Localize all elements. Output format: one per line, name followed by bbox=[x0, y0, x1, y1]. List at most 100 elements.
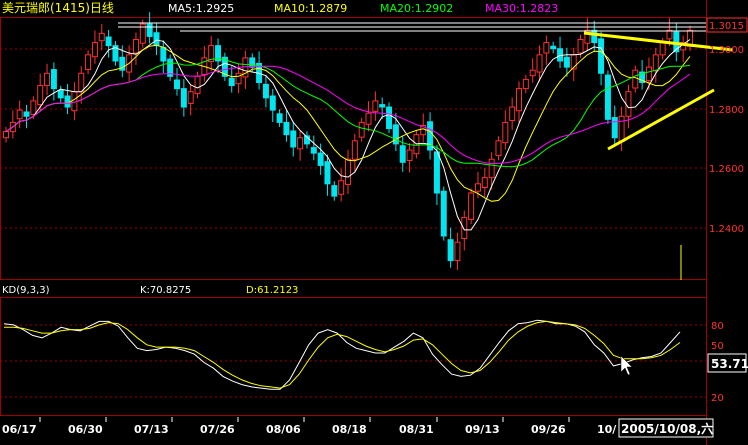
candle-body bbox=[372, 100, 379, 112]
candle-body bbox=[317, 152, 324, 166]
cursor-date: 2005/10/08,六 bbox=[621, 421, 713, 436]
candle-body bbox=[324, 161, 331, 185]
kd-grid bbox=[0, 324, 706, 398]
x-axis-ticks bbox=[39, 417, 570, 422]
candle-body bbox=[591, 29, 598, 44]
x-tick: 06/30 bbox=[68, 423, 103, 436]
candle-body bbox=[44, 72, 51, 87]
candle-body bbox=[488, 158, 495, 179]
ma5-line bbox=[5, 39, 691, 231]
candle-body bbox=[550, 45, 557, 50]
candle-body bbox=[495, 140, 502, 157]
x-tick: 08/18 bbox=[332, 423, 367, 436]
candle-body bbox=[358, 121, 365, 138]
kd-tick-20: 20 bbox=[711, 393, 724, 404]
candle-body bbox=[153, 32, 160, 47]
candle-body bbox=[283, 121, 290, 136]
candle-body bbox=[392, 124, 399, 145]
candle-body bbox=[105, 36, 112, 47]
candlestick-series bbox=[3, 12, 693, 271]
candle-body bbox=[454, 241, 461, 262]
candle-body bbox=[529, 69, 536, 77]
candle-body bbox=[577, 38, 584, 54]
ma10-label: MA10:1.2879 bbox=[274, 2, 347, 15]
candle-body bbox=[331, 185, 338, 197]
d-line bbox=[4, 320, 681, 389]
candle-body bbox=[598, 38, 605, 74]
price-grid bbox=[0, 48, 706, 229]
x-tick: 09/13 bbox=[465, 423, 500, 436]
ma5-label: MA5:1.2925 bbox=[168, 2, 234, 15]
x-tick: 06/17 bbox=[2, 423, 37, 436]
candle-body bbox=[563, 56, 570, 68]
chart-canvas: 美元瑞郎(1415)日线 MA5:1.2925 MA10:1.2879 MA20… bbox=[0, 0, 748, 445]
candle-body bbox=[345, 158, 351, 185]
candle-body bbox=[632, 69, 639, 89]
candle-body bbox=[23, 111, 30, 117]
candle-body bbox=[481, 177, 488, 188]
candle-body bbox=[338, 180, 345, 195]
candle-body bbox=[433, 151, 440, 194]
candle-body bbox=[447, 239, 454, 262]
candle-body bbox=[659, 42, 666, 56]
candle-body bbox=[85, 54, 92, 71]
candle-body bbox=[297, 137, 304, 150]
candle-body bbox=[406, 149, 413, 161]
price-tick-1.3000: 1.3000 bbox=[709, 45, 744, 56]
candle-body bbox=[174, 79, 180, 90]
k-line bbox=[3, 319, 681, 390]
candle-body bbox=[98, 32, 105, 42]
x-tick: 08/31 bbox=[399, 423, 434, 436]
kd-d-value: D:61.2123 bbox=[246, 285, 298, 296]
candle-body bbox=[666, 29, 673, 40]
chart-title: 美元瑞郎(1415)日线 bbox=[2, 1, 114, 15]
candle-body bbox=[461, 217, 468, 239]
price-tick-1.2800: 1.2800 bbox=[709, 105, 744, 116]
candle-body bbox=[228, 77, 235, 87]
candle-body bbox=[78, 72, 85, 93]
candle-body bbox=[57, 89, 64, 99]
candle-body bbox=[399, 145, 406, 163]
resistance-lines bbox=[118, 22, 706, 32]
candle-body bbox=[440, 190, 447, 237]
kd-tick-50: 50 bbox=[711, 341, 724, 352]
candle-body bbox=[290, 130, 297, 148]
candle-body bbox=[180, 88, 187, 108]
kd-k-value: K:70.8275 bbox=[140, 285, 191, 296]
kd-lines bbox=[3, 319, 681, 390]
candle-body bbox=[351, 140, 358, 160]
x-tick: 08/06 bbox=[266, 423, 301, 436]
ma20-label: MA20:1.2902 bbox=[380, 2, 453, 15]
candle-body bbox=[474, 183, 481, 192]
candle-body bbox=[536, 54, 543, 73]
ma30-line bbox=[5, 65, 691, 165]
candle-body bbox=[64, 95, 71, 108]
x-tick: 07/26 bbox=[200, 423, 235, 436]
x-axis: 06/17 06/30 07/13 07/26 08/06 08/18 08/3… bbox=[2, 423, 617, 436]
candle-body bbox=[3, 131, 9, 139]
current-price-label: 1.3015 bbox=[709, 21, 744, 32]
candle-body bbox=[262, 83, 269, 99]
candle-body bbox=[37, 85, 44, 106]
candle-body bbox=[132, 38, 139, 54]
candle-body bbox=[509, 106, 516, 122]
price-tick-1.2600: 1.2600 bbox=[709, 164, 744, 175]
candle-body bbox=[91, 42, 98, 58]
ma30-label: MA30:1.2823 bbox=[485, 2, 558, 15]
candle-body bbox=[652, 54, 659, 72]
candle-body bbox=[522, 78, 529, 90]
x-tick: 10/ bbox=[597, 423, 617, 436]
candle-body bbox=[194, 75, 201, 95]
kd-current-value: 53.71 bbox=[711, 357, 748, 371]
candle-body bbox=[611, 116, 618, 139]
candle-body bbox=[604, 74, 611, 120]
price-tick-1.2400: 1.2400 bbox=[709, 224, 744, 235]
candle-body bbox=[187, 91, 194, 104]
candle-body bbox=[276, 113, 283, 123]
candle-body bbox=[618, 115, 625, 142]
candle-body bbox=[310, 147, 317, 154]
candle-body bbox=[269, 95, 276, 111]
candle-body bbox=[516, 88, 522, 112]
moving-average-lines bbox=[5, 39, 691, 231]
candle-body bbox=[625, 91, 632, 117]
